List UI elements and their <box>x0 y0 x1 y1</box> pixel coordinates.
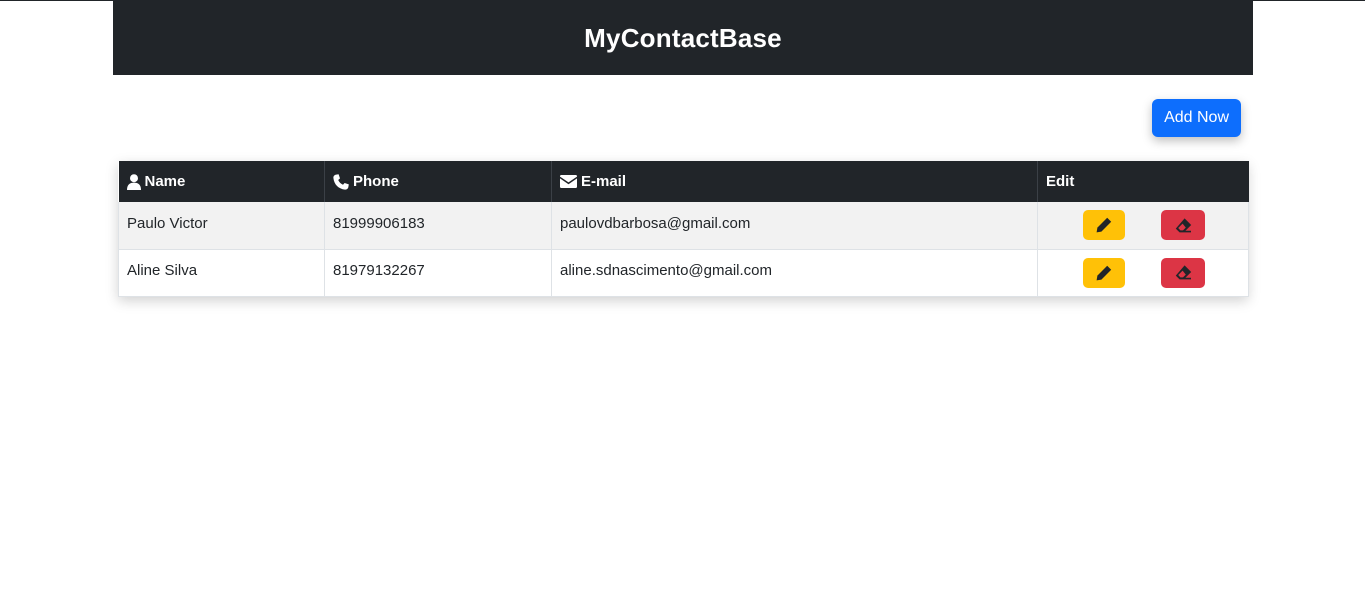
delete-button[interactable] <box>1161 210 1205 240</box>
column-header-label: Name <box>144 173 186 190</box>
pencil-icon <box>1096 217 1112 233</box>
column-header-name: Name <box>118 161 325 202</box>
table-header-row: Name Phone E-mail Edit <box>118 161 1249 202</box>
table-row: Aline Silva 81979132267 aline.sdnascimen… <box>118 249 1249 297</box>
user-icon <box>126 173 141 190</box>
column-header-phone: Phone <box>324 161 552 202</box>
contacts-table: Name Phone E-mail Edit Paulo Victor 8199… <box>118 161 1249 297</box>
envelope-icon <box>560 175 577 188</box>
column-header-edit: Edit <box>1037 161 1249 202</box>
cell-name: Paulo Victor <box>118 202 325 250</box>
edit-button[interactable] <box>1083 210 1125 240</box>
cell-phone: 81979132267 <box>324 249 552 297</box>
edit-button[interactable] <box>1083 257 1125 288</box>
page-container: MyContactBase Add Now Name Phone E-mail … <box>113 1 1253 297</box>
column-header-label: E-mail <box>581 173 627 190</box>
delete-button[interactable] <box>1161 257 1205 288</box>
pencil-icon <box>1096 265 1112 280</box>
cell-email: paulovdbarbosa@gmail.com <box>551 202 1038 250</box>
cell-actions <box>1037 249 1249 297</box>
eraser-icon <box>1175 265 1191 280</box>
phone-icon <box>333 173 349 190</box>
app-title: MyContactBase <box>584 22 782 53</box>
cell-name: Aline Silva <box>118 249 325 297</box>
cell-actions <box>1037 202 1249 250</box>
column-header-label: Phone <box>353 173 399 190</box>
cell-email: aline.sdnascimento@gmail.com <box>551 249 1038 297</box>
column-header-email: E-mail <box>551 161 1038 202</box>
actions-bar: Add Now <box>113 75 1253 161</box>
column-header-label: Edit <box>1046 173 1075 190</box>
table-row: Paulo Victor 81999906183 paulovdbarbosa@… <box>118 202 1249 250</box>
eraser-icon <box>1175 217 1191 232</box>
cell-phone: 81999906183 <box>324 202 552 250</box>
app-header: MyContactBase <box>113 1 1253 75</box>
add-now-button[interactable]: Add Now <box>1152 99 1241 137</box>
contacts-table-wrapper: Name Phone E-mail Edit Paulo Victor 8199… <box>118 161 1249 297</box>
